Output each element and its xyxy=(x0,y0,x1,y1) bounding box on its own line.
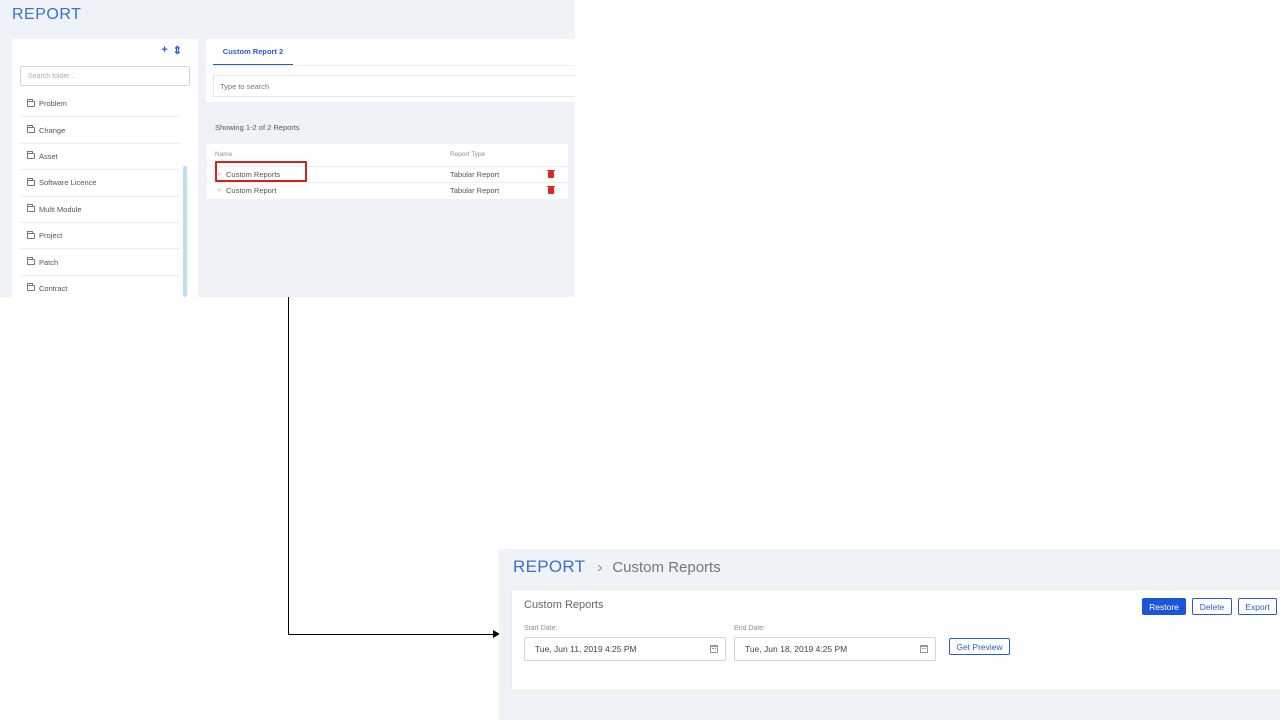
folder-label: Multi Module xyxy=(39,204,82,214)
folder-icon xyxy=(27,204,35,213)
folder-item-software-licence[interactable]: Software Licence xyxy=(20,170,180,197)
tab-custom-report-2[interactable]: Custom Report 2 xyxy=(213,39,293,66)
delete-trash-icon[interactable] xyxy=(547,186,555,194)
folder-tools: + ⇕ xyxy=(161,44,182,57)
report-type: Tabular Report xyxy=(450,170,500,179)
report-type: Tabular Report xyxy=(450,186,500,195)
export-button[interactable]: Export xyxy=(1238,598,1277,615)
sort-folders-button[interactable]: ⇕ xyxy=(173,44,182,57)
breadcrumb: REPORT › Custom Reports xyxy=(513,557,721,577)
calendar-icon[interactable] xyxy=(920,645,928,653)
get-preview-button[interactable]: Get Preview xyxy=(949,638,1010,655)
folder-label: Contract xyxy=(39,283,68,293)
end-date-label: End Date: xyxy=(734,625,766,632)
report-detail-card: Custom Reports Restore Delete Export Sta… xyxy=(512,590,1280,690)
report-title: Custom Reports xyxy=(524,599,604,611)
end-date-field[interactable]: Tue, Jun 18, 2019 4:25 PM xyxy=(734,637,936,661)
delete-trash-icon[interactable] xyxy=(547,170,555,178)
folder-item-project[interactable]: Project xyxy=(20,223,180,250)
restore-button[interactable]: Restore xyxy=(1142,598,1186,615)
folder-label: Change xyxy=(39,125,66,135)
selection-highlight-box xyxy=(215,161,307,182)
folder-icon xyxy=(27,125,35,134)
report-tab-panel: Custom Report 2 xyxy=(206,39,575,102)
folder-icon xyxy=(27,283,35,292)
folder-icon xyxy=(27,230,35,239)
folder-list: Problem Change Asset Software Licence Mu… xyxy=(20,91,180,297)
folder-label: Problem xyxy=(39,99,67,109)
start-date-value: Tue, Jun 11, 2019 4:25 PM xyxy=(535,644,637,654)
calendar-icon[interactable] xyxy=(710,645,718,653)
folder-icon xyxy=(27,177,35,186)
column-header-name: Name xyxy=(215,151,233,158)
folder-panel: + ⇕ Problem Change Asset Software Licenc… xyxy=(12,39,198,297)
folder-icon xyxy=(27,257,35,266)
favorite-star-icon[interactable]: ★ xyxy=(216,187,223,194)
add-folder-button[interactable]: + xyxy=(161,44,167,57)
breadcrumb-root-link[interactable]: REPORT xyxy=(513,557,585,577)
tab-divider xyxy=(206,65,575,66)
page-title: REPORT xyxy=(12,6,82,23)
end-date-value: Tue, Jun 18, 2019 4:25 PM xyxy=(745,644,848,654)
folder-item-problem[interactable]: Problem xyxy=(20,91,180,118)
delete-button[interactable]: Delete xyxy=(1192,598,1232,615)
folder-label: Project xyxy=(39,231,63,241)
chevron-right-icon: › xyxy=(597,558,603,576)
folder-item-asset[interactable]: Asset xyxy=(20,144,180,171)
folder-icon xyxy=(27,98,35,107)
flow-arrow-line xyxy=(288,297,289,635)
folder-item-multi-module[interactable]: Multi Module xyxy=(20,197,180,223)
folder-label: Asset xyxy=(39,151,58,161)
start-date-field[interactable]: Tue, Jun 11, 2019 4:25 PM xyxy=(524,637,726,661)
folder-item-patch[interactable]: Patch xyxy=(20,249,180,276)
breadcrumb-current: Custom Reports xyxy=(612,558,721,576)
result-count: Showing 1-2 of 2 Reports xyxy=(215,123,300,132)
folder-label: Software Licence xyxy=(39,178,97,188)
search-folder-input[interactable] xyxy=(20,66,190,86)
start-date-label: Start Date: xyxy=(524,625,558,632)
folder-icon xyxy=(27,151,35,160)
report-list-screenshot: REPORT + ⇕ Problem Change Asset Software… xyxy=(0,0,575,297)
report-search-input[interactable] xyxy=(213,75,575,97)
folder-scrollbar[interactable] xyxy=(183,166,187,297)
flow-arrow-line xyxy=(288,634,494,635)
report-detail-screenshot: REPORT › Custom Reports Custom Reports R… xyxy=(499,549,1280,720)
report-name-link[interactable]: Custom Report xyxy=(226,186,276,195)
folder-item-contract[interactable]: Contract xyxy=(20,276,180,297)
folder-item-change[interactable]: Change xyxy=(20,117,180,144)
folder-label: Patch xyxy=(39,257,59,267)
table-row[interactable]: ★ Custom Report Tabular Report xyxy=(207,182,568,198)
column-header-report-type: Report Type xyxy=(450,151,486,158)
